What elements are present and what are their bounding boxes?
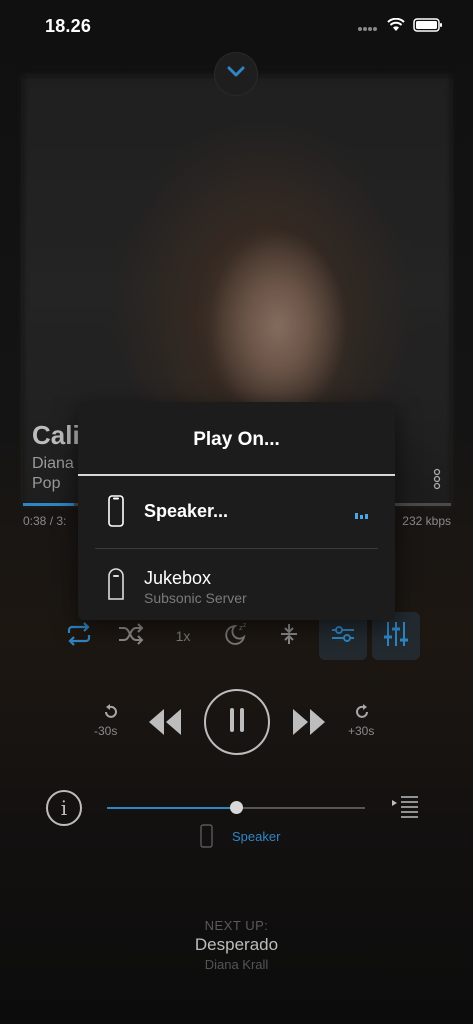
play-pause-button[interactable]: [204, 689, 270, 755]
now-playing-indicator-icon: [355, 513, 368, 519]
skip-back-label: -30s: [94, 724, 118, 738]
audio-route-label[interactable]: Speaker: [232, 829, 280, 844]
volume-fill: [107, 807, 236, 809]
skip-forward-button[interactable]: [349, 704, 377, 725]
next-up-label: NEXT UP:: [204, 918, 269, 933]
device-name: Jukebox: [144, 568, 212, 588]
skip-forward-label: +30s: [348, 724, 375, 738]
battery-icon: [413, 18, 443, 37]
skip-back-button[interactable]: [96, 704, 124, 725]
svg-text:z: z: [243, 622, 246, 629]
rewind-button[interactable]: [146, 707, 184, 742]
info-button[interactable]: i: [46, 790, 82, 826]
shuffle-icon: [116, 621, 146, 652]
device-row-jukebox[interactable]: Jukebox Subsonic Server: [78, 552, 395, 622]
popup-title: Play On...: [193, 429, 280, 450]
song-title: Cali: [32, 420, 80, 450]
server-icon: [108, 568, 124, 605]
next-up-artist: Diana Krall: [204, 957, 269, 972]
pause-icon: [227, 706, 247, 739]
song-artist[interactable]: Diana: [32, 455, 74, 473]
progress-fill: [23, 503, 74, 506]
phone-route-icon: [200, 824, 213, 853]
device-name: Speaker...: [144, 501, 229, 521]
volume-knob[interactable]: [230, 801, 243, 814]
bitrate-label: 232 kbps: [402, 514, 451, 528]
popup-divider: [78, 474, 395, 476]
playback-speed-label: 1x: [175, 628, 191, 644]
repeat-icon: [64, 621, 94, 652]
phone-icon: [108, 495, 124, 532]
device-row-speaker[interactable]: Speaker...: [78, 478, 395, 548]
status-icons: [357, 17, 443, 37]
fast-forward-icon: [290, 709, 328, 741]
more-options-icon[interactable]: [430, 468, 444, 495]
song-genre: Pop: [32, 475, 61, 492]
equalizer-icon: [383, 620, 409, 653]
chevron-down-icon: [227, 65, 245, 83]
next-up-section[interactable]: NEXT UP: Desperado Diana Krall: [0, 918, 473, 972]
filter-icon: [330, 623, 356, 650]
sleep-timer-icon: zz: [222, 621, 250, 652]
status-time: 18.26: [45, 16, 92, 36]
wifi-icon: [387, 17, 405, 37]
info-icon: i: [60, 796, 68, 820]
fast-forward-button[interactable]: [290, 707, 328, 742]
queue-list-icon: [390, 796, 420, 825]
device-subtitle: Subsonic Server: [144, 590, 247, 606]
elapsed-time: 0:38 / 3:: [23, 514, 67, 528]
device-divider: [95, 548, 378, 549]
queue-button[interactable]: [390, 795, 420, 826]
rewind-icon: [146, 709, 184, 741]
play-on-popup: Play On... Speaker... Jukebox Subsonic S…: [78, 402, 395, 620]
rewind-30-icon: [102, 704, 118, 724]
signal-dots-icon: [357, 19, 379, 37]
collapse-arrows-icon: [277, 622, 301, 651]
forward-30-icon: [355, 704, 371, 724]
collapse-player-button[interactable]: [214, 52, 258, 96]
next-up-title: Desperado: [194, 935, 279, 954]
